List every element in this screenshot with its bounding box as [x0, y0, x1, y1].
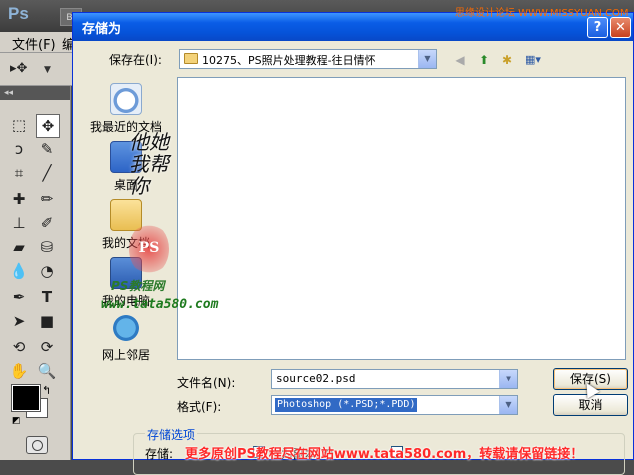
- toolbox-panel: ◂◂ ⬚ ✥ ↄ ✎ ⌗ ╱ ✚ ✏ ⊥ ✐ ▰ ⛁ 💧 ◔ ✒ T ➤ ■ ⟲…: [0, 86, 71, 460]
- save-as-dialog: 存储为 思缘设计论坛 WWW.MISSYUAN.COM ? ✕ 保存在(I): …: [72, 8, 634, 475]
- dodge-tool-icon[interactable]: ◔: [36, 260, 58, 282]
- 3d-orbit-tool-icon[interactable]: ⟳: [36, 336, 58, 358]
- views-menu-icon[interactable]: ▦▾: [520, 51, 546, 69]
- marquee-tool-icon[interactable]: ⬚: [8, 114, 30, 136]
- brush-tool-icon[interactable]: ✏: [36, 188, 58, 210]
- chevron-down-icon[interactable]: ▼: [44, 65, 51, 75]
- filename-label: 文件名(N):: [177, 376, 236, 390]
- place-label: 网上邻居: [101, 348, 150, 362]
- quick-mask-button[interactable]: [26, 436, 48, 454]
- default-colors-icon[interactable]: ◩: [12, 416, 21, 426]
- place-network[interactable]: 网上邻居: [83, 313, 169, 363]
- type-tool-icon[interactable]: T: [36, 286, 58, 308]
- site-url-watermark: www.tata580.com: [101, 297, 219, 312]
- swap-colors-icon[interactable]: ↰: [42, 384, 51, 397]
- help-button[interactable]: ?: [587, 17, 608, 38]
- toolbox-header[interactable]: ◂◂: [0, 86, 70, 100]
- back-icon[interactable]: ◀: [451, 51, 469, 69]
- format-value: Photoshop (*.PSD;*.PDD): [275, 398, 418, 412]
- place-recent[interactable]: 我最近的文档: [83, 83, 169, 135]
- blur-tool-icon[interactable]: 💧: [8, 260, 30, 282]
- file-list[interactable]: [177, 77, 626, 360]
- hand-tool-icon[interactable]: ✋: [8, 360, 30, 382]
- paint-bucket-tool-icon[interactable]: ⛁: [36, 236, 58, 258]
- move-tool-preset-icon[interactable]: ▸✥: [10, 61, 27, 76]
- recent-documents-icon: [110, 83, 142, 115]
- lasso-tool-icon[interactable]: ↄ: [8, 138, 30, 160]
- format-label: 格式(F):: [177, 400, 222, 414]
- save-options-legend: 存储选项: [145, 426, 198, 443]
- path-selection-tool-icon[interactable]: ➤: [8, 310, 30, 332]
- folder-icon: [184, 53, 198, 64]
- filename-value: source02.psd: [276, 372, 356, 385]
- crop-tool-icon[interactable]: ⌗: [8, 162, 30, 184]
- chevron-down-icon[interactable]: ▼: [418, 50, 436, 68]
- bottom-watermark: 更多原创PS教程尽在网站www.tata580.com，转载请保留链接！: [185, 447, 584, 462]
- clone-stamp-tool-icon[interactable]: ⊥: [8, 212, 30, 234]
- healing-brush-tool-icon[interactable]: ✚: [8, 188, 30, 210]
- save-options-label: 存储:: [145, 447, 174, 461]
- save-in-label: 保存在(I):: [109, 53, 162, 67]
- network-places-icon: [111, 313, 141, 343]
- move-tool-icon[interactable]: ✥: [36, 114, 60, 138]
- photoshop-logo: Ps: [8, 4, 29, 23]
- cancel-button[interactable]: 取消: [553, 394, 628, 416]
- save-in-dropdown[interactable]: 10275、PS照片处理教程-往日情怀 ▼: [179, 49, 437, 69]
- quick-selection-tool-icon[interactable]: ✎: [36, 138, 58, 160]
- eyedropper-tool-icon[interactable]: ╱: [36, 162, 58, 184]
- dialog-title-bar[interactable]: 存储为 思缘设计论坛 WWW.MISSYUAN.COM ? ✕: [73, 8, 633, 41]
- chevron-down-icon[interactable]: ▼: [499, 396, 517, 414]
- save-in-value: 10275、PS照片处理教程-往日情怀: [202, 54, 376, 67]
- chevron-down-icon[interactable]: ▼: [499, 370, 517, 388]
- filename-input[interactable]: source02.psd ▼: [271, 369, 518, 389]
- 3d-rotate-tool-icon[interactable]: ⟲: [8, 336, 30, 358]
- site-name-watermark: PS教程网: [111, 279, 165, 293]
- pen-tool-icon[interactable]: ✒: [8, 286, 30, 308]
- up-folder-icon[interactable]: ⬆: [475, 51, 493, 69]
- places-bar: 我最近的文档 桌面 我的文档 我的电脑 网上邻居: [83, 77, 169, 367]
- eraser-tool-icon[interactable]: ▰: [8, 236, 30, 258]
- format-dropdown[interactable]: Photoshop (*.PSD;*.PDD) ▼: [271, 395, 518, 415]
- new-folder-icon[interactable]: ✱: [498, 51, 516, 69]
- history-brush-tool-icon[interactable]: ✐: [36, 212, 58, 234]
- zoom-tool-icon[interactable]: 🔍: [36, 360, 58, 382]
- calligraphy-watermark: 他她我帮你: [129, 130, 169, 198]
- rectangle-tool-icon[interactable]: ■: [36, 310, 58, 332]
- foreground-color-swatch[interactable]: [11, 384, 41, 412]
- seal-watermark: PS: [129, 223, 169, 275]
- close-button[interactable]: ✕: [610, 17, 631, 38]
- menu-file[interactable]: 文件(F): [12, 34, 56, 53]
- dialog-title: 存储为: [82, 22, 122, 37]
